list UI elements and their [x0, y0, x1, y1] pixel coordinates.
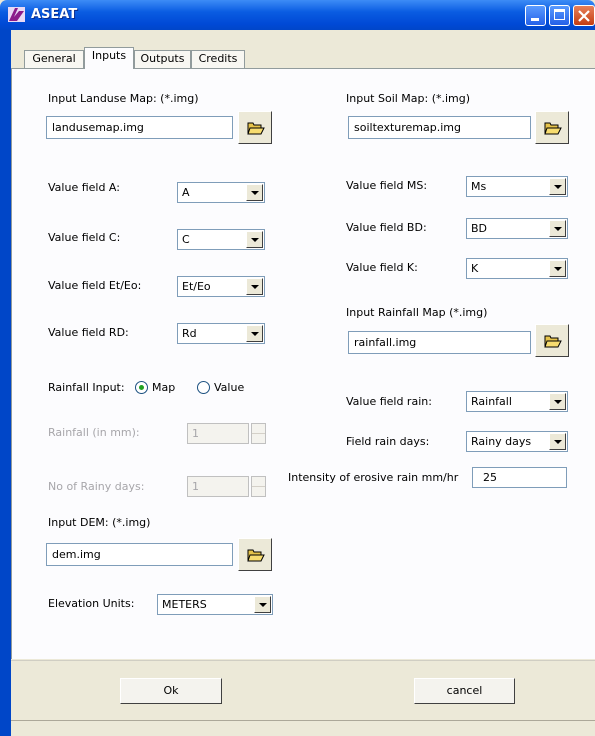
value-field-eteo-label: Value field Et/Eo:: [48, 279, 142, 292]
rainfall-map-radio-label[interactable]: Map: [152, 381, 175, 394]
rainfall-map-input[interactable]: rainfall.img: [348, 331, 531, 354]
intensity-input[interactable]: 25: [472, 467, 567, 488]
value-field-a-select[interactable]: A: [177, 182, 265, 203]
window-title: ASEAT: [31, 7, 78, 22]
folder-open-icon: [544, 335, 562, 348]
maximize-button[interactable]: [549, 5, 570, 26]
value-field-c-select[interactable]: C: [177, 229, 265, 250]
dem-browse-button[interactable]: [238, 538, 272, 571]
rainfall-map-radio[interactable]: [135, 381, 148, 394]
rainfall-browse-button[interactable]: [535, 324, 569, 357]
chevron-down-icon[interactable]: [246, 184, 263, 201]
window-left-border: [0, 30, 11, 736]
soil-map-label: Input Soil Map: (*.img): [346, 92, 471, 105]
landuse-map-label: Input Landuse Map: (*.img): [48, 92, 199, 105]
value-field-a-value: A: [182, 186, 190, 199]
close-icon: [578, 10, 590, 22]
value-field-rd-value: Rd: [182, 327, 197, 340]
ok-button[interactable]: Ok: [120, 678, 222, 704]
rainy-days-label: No of Rainy days:: [48, 480, 145, 493]
title-bar[interactable]: [0, 0, 595, 30]
value-field-rain-select[interactable]: Rainfall: [466, 391, 568, 412]
rainfall-input-label: Rainfall Input:: [48, 381, 125, 394]
rainy-days-input: 1: [187, 476, 249, 497]
rainy-days-value: 1: [192, 480, 199, 493]
rainfall-mm-value: 1: [192, 427, 199, 440]
rainfall-value-radio[interactable]: [197, 381, 210, 394]
value-field-ms-select[interactable]: Ms: [466, 176, 568, 197]
minimize-icon: [531, 18, 539, 21]
field-rain-days-select[interactable]: Rainy days: [466, 431, 568, 452]
elevation-units-select[interactable]: METERS: [157, 594, 273, 615]
tab-credits[interactable]: Credits: [191, 50, 245, 68]
spin-up-icon: [252, 477, 265, 487]
value-field-ms-label: Value field MS:: [346, 179, 428, 192]
inputs-tab-panel: [11, 68, 595, 659]
value-field-c-value: C: [182, 233, 190, 246]
field-rain-days-value: Rainy days: [471, 435, 532, 448]
maximize-icon: [554, 9, 565, 20]
chevron-down-icon[interactable]: [246, 231, 263, 248]
value-field-rd-label: Value field RD:: [48, 326, 129, 339]
field-rain-days-label: Field rain days:: [346, 435, 430, 448]
value-field-rd-select[interactable]: Rd: [177, 323, 265, 344]
value-field-k-value: K: [471, 262, 479, 275]
folder-open-icon: [247, 122, 265, 135]
tab-outputs[interactable]: Outputs: [134, 50, 191, 68]
value-field-k-label: Value field K:: [346, 261, 418, 274]
chevron-down-icon[interactable]: [254, 596, 271, 613]
value-field-rain-value: Rainfall: [471, 395, 512, 408]
chevron-down-icon[interactable]: [549, 393, 566, 410]
elevation-units-value: METERS: [162, 598, 207, 611]
rainfall-mm-label: Rainfall (in mm):: [48, 426, 140, 439]
soil-browse-button[interactable]: [535, 111, 569, 144]
rainfall-mm-input: 1: [187, 423, 249, 444]
value-field-bd-value: BD: [471, 222, 488, 235]
chevron-down-icon[interactable]: [246, 325, 263, 342]
folder-open-icon: [247, 549, 265, 562]
elevation-units-label: Elevation Units:: [48, 597, 135, 610]
chevron-down-icon[interactable]: [549, 178, 566, 195]
value-field-bd-label: Value field BD:: [346, 221, 427, 234]
chevron-down-icon[interactable]: [246, 278, 263, 295]
chevron-down-icon[interactable]: [549, 433, 566, 450]
landuse-map-input[interactable]: landusemap.img: [46, 116, 233, 139]
value-field-bd-select[interactable]: BD: [466, 218, 568, 239]
minimize-button[interactable]: [525, 5, 546, 26]
close-button[interactable]: [573, 5, 595, 26]
folder-open-icon: [544, 122, 562, 135]
chevron-down-icon[interactable]: [549, 260, 566, 277]
cancel-button[interactable]: cancel: [414, 678, 515, 704]
value-field-rain-label: Value field rain:: [346, 395, 432, 408]
button-bar-separator: [11, 660, 595, 661]
value-field-k-select[interactable]: K: [466, 258, 568, 279]
rainfall-mm-spinner: [251, 423, 266, 444]
rainfall-map-label: Input Rainfall Map (*.img): [346, 306, 488, 319]
value-field-eteo-select[interactable]: Et/Eo: [177, 276, 265, 297]
chevron-down-icon[interactable]: [549, 220, 566, 237]
status-bar-separator: [11, 720, 595, 721]
value-field-eteo-value: Et/Eo: [182, 280, 211, 293]
soil-map-input[interactable]: soiltexturemap.img: [348, 116, 531, 139]
dem-input[interactable]: dem.img: [46, 543, 233, 566]
tab-general[interactable]: General: [24, 50, 84, 68]
rainy-days-spinner: [251, 476, 266, 497]
rainfall-value-radio-label[interactable]: Value: [214, 381, 244, 394]
app-logo-icon: [8, 7, 25, 22]
spin-up-icon: [252, 424, 265, 434]
value-field-c-label: Value field C:: [48, 231, 121, 244]
landuse-browse-button[interactable]: [238, 111, 272, 144]
tab-inputs[interactable]: Inputs: [84, 47, 134, 69]
intensity-label: Intensity of erosive rain mm/hr: [288, 471, 459, 484]
value-field-ms-value: Ms: [471, 180, 487, 193]
value-field-a-label: Value field A:: [48, 181, 120, 194]
dem-label: Input DEM: (*.img): [48, 516, 151, 529]
